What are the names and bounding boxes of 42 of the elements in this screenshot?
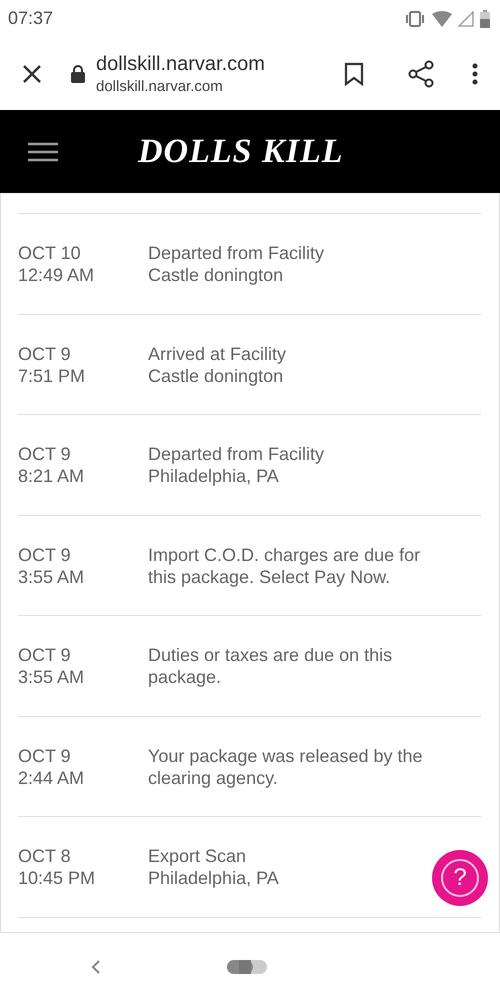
vibrate-icon bbox=[404, 10, 426, 26]
brand-logo: DOLLS KILL bbox=[138, 132, 344, 170]
help-button[interactable]: ? bbox=[432, 850, 488, 906]
event-time: 2:44 AM bbox=[18, 766, 86, 788]
signal-icon bbox=[458, 10, 474, 26]
event-text: Castle donington bbox=[148, 364, 284, 386]
event-date: OCT 8 bbox=[18, 845, 72, 867]
event-text: Your package was released by the clearing agency. bbox=[148, 744, 424, 788]
event-time: 10:45 PM bbox=[18, 867, 96, 889]
home-pill-icon[interactable] bbox=[227, 960, 267, 974]
event-text: Export Scan bbox=[148, 845, 246, 867]
event-text: Departed from Facility bbox=[148, 443, 324, 465]
bookmark-icon[interactable] bbox=[344, 62, 364, 86]
share-icon[interactable] bbox=[408, 60, 434, 88]
event-time: 3:55 AM bbox=[18, 566, 86, 588]
event-date: OCT 9 bbox=[18, 443, 72, 465]
event-date: OCT 9 bbox=[18, 644, 72, 666]
event-date: OCT 10 bbox=[18, 242, 82, 264]
wifi-icon bbox=[432, 10, 452, 26]
event-time: 3:55 AM bbox=[18, 666, 86, 688]
more-icon[interactable] bbox=[472, 62, 478, 84]
event-text: Philadelphia, PA bbox=[148, 465, 279, 487]
page-title: dollskill.narvar.com bbox=[96, 52, 266, 76]
event-text: Duties or taxes are due on this package. bbox=[148, 644, 394, 688]
event-text: Arrived at Facility bbox=[148, 342, 286, 364]
event-text: Castle donington bbox=[148, 264, 284, 286]
event-text: Import C.O.D. charges are due for this package. Select Pay Now. bbox=[148, 544, 422, 588]
event-date: OCT 9 bbox=[18, 342, 72, 364]
clock-time: 07:37 bbox=[8, 8, 54, 29]
event-text: Departed from Facility bbox=[148, 242, 324, 264]
close-icon[interactable] bbox=[22, 64, 42, 84]
back-icon[interactable] bbox=[91, 958, 101, 974]
event-time: 12:49 AM bbox=[18, 264, 96, 286]
lock-icon bbox=[70, 64, 86, 84]
event-date: OCT 9 bbox=[18, 544, 72, 566]
event-date: OCT 9 bbox=[18, 744, 72, 766]
event-time: 8:21 AM bbox=[18, 465, 86, 487]
event-text: Philadelphia, PA bbox=[148, 867, 279, 889]
page-url: dollskill.narvar.com bbox=[96, 78, 224, 94]
menu-icon[interactable] bbox=[28, 142, 58, 162]
event-time: 7:51 PM bbox=[18, 364, 86, 386]
battery-icon bbox=[480, 10, 490, 28]
